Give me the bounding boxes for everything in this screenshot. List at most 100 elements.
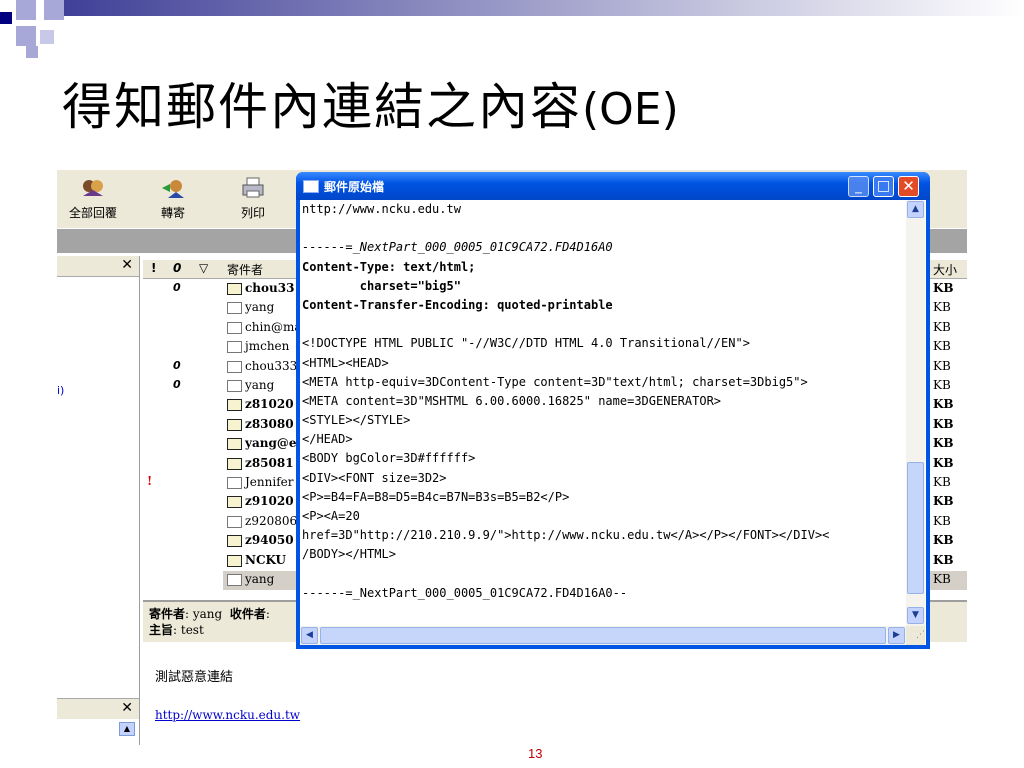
- message-from: Jennifer: [245, 475, 294, 489]
- unread-mail-icon: [227, 418, 242, 431]
- scroll-down-arrow-icon[interactable]: ▼: [907, 607, 924, 624]
- unread-mail-icon: [227, 438, 242, 451]
- folder-pane-header: ✕: [57, 256, 139, 277]
- scroll-left-arrow-icon[interactable]: ◀: [301, 627, 318, 644]
- from-label: 寄件者: [149, 607, 186, 621]
- slide-title: 得知郵件內連結之內容(OE): [62, 82, 679, 132]
- attachment-icon: 0: [173, 281, 181, 294]
- decor-square: [40, 30, 54, 44]
- from-column-header[interactable]: 寄件者: [227, 261, 263, 278]
- message-link[interactable]: http://www.ncku.edu.tw: [155, 708, 300, 722]
- message-body: 測試惡意連結: [155, 670, 234, 685]
- message-size: KB: [933, 281, 954, 295]
- source-line: <STYLE></STYLE>: [302, 413, 411, 428]
- source-line: <P>=B4=FA=B8=D5=B4c=B7N=B3s=B5=B2</P>: [302, 489, 570, 504]
- decor-square: [0, 12, 12, 24]
- source-line: ------=_NextPart_000_0005_01C9CA72.FD4D1…: [302, 585, 628, 600]
- message-size: KB: [933, 397, 954, 412]
- source-line: Content-Transfer-Encoding: quoted-printa…: [302, 297, 613, 312]
- scroll-up-arrow-icon[interactable]: ▲: [907, 201, 924, 218]
- message-from: yang: [245, 378, 275, 392]
- slide-title-cjk: 得知郵件內連結之內容: [62, 78, 582, 136]
- maximize-button[interactable]: □: [873, 176, 894, 197]
- priority-column-icon[interactable]: !: [151, 261, 156, 275]
- source-line: Content-Type: text/html;: [302, 259, 476, 274]
- read-mail-icon: [227, 515, 242, 528]
- message-size: KB: [933, 533, 954, 548]
- unread-mail-icon: [227, 399, 242, 412]
- slide-title-latin: (OE): [582, 84, 679, 135]
- message-from: yang: [245, 300, 275, 315]
- print-button[interactable]: 列印: [217, 174, 289, 224]
- source-line: <DIV><FONT size=3D2>: [302, 470, 447, 485]
- scroll-right-arrow-icon[interactable]: ▶: [888, 627, 905, 644]
- read-mail-icon: [227, 574, 242, 586]
- message-size: KB: [933, 319, 951, 334]
- unread-mail-icon: [227, 496, 242, 509]
- message-from: z83080: [245, 416, 294, 431]
- resize-grip-icon[interactable]: ⋰: [906, 626, 925, 645]
- decor-square: [16, 0, 36, 20]
- read-mail-icon: [227, 477, 242, 489]
- attachment-icon: 0: [173, 378, 181, 391]
- source-line: [302, 219, 906, 238]
- source-line: href=3D"http://210.210.9.9/">http://www.…: [302, 528, 830, 543]
- message-size: KB: [933, 513, 951, 528]
- source-content: nttp://www.ncku.edu.tw ------=_NextPart_0…: [300, 200, 926, 645]
- message-size: KB: [933, 300, 951, 315]
- message-from: yang: [245, 572, 275, 586]
- source-line: <P><A=20: [302, 509, 360, 523]
- message-from: z920806: [245, 513, 298, 528]
- message-size: KB: [933, 552, 954, 567]
- message-size: KB: [933, 475, 951, 489]
- decor-square: [44, 0, 64, 20]
- close-button[interactable]: ✕: [898, 176, 919, 197]
- window-icon: [303, 180, 319, 193]
- message-from: jmchen: [245, 339, 290, 354]
- window-titlebar[interactable]: 郵件原始檔 _ □ ✕: [296, 172, 930, 200]
- source-line: <META http-equiv=3DContent-Type content=…: [302, 374, 808, 389]
- scroll-up-button[interactable]: ▲: [119, 722, 135, 736]
- source-line: [302, 315, 906, 334]
- source-line: <BODY bgColor=3D#ffffff>: [302, 451, 476, 466]
- size-column-header[interactable]: 大小: [933, 261, 957, 278]
- decor-square: [16, 26, 36, 46]
- message-from: NCKU: [245, 552, 286, 567]
- minimize-button[interactable]: _: [848, 176, 869, 197]
- source-line: [302, 565, 906, 584]
- message-size: KB: [933, 455, 954, 470]
- message-from: chou33: [245, 281, 295, 295]
- folder-item[interactable]: i): [57, 384, 64, 397]
- message-size: KB: [933, 572, 951, 586]
- folder-pane: ✕ i) ✕ ▲: [57, 256, 140, 745]
- source-line: <!DOCTYPE HTML PUBLIC "-//W3C//DTD HTML …: [302, 336, 750, 351]
- message-size: KB: [933, 378, 951, 392]
- source-line: nttp://www.ncku.edu.tw: [302, 202, 461, 216]
- message-from: z94050: [245, 533, 294, 548]
- source-line: <META content=3D"MSHTML 6.00.6000.16825"…: [302, 393, 722, 408]
- source-text[interactable]: nttp://www.ncku.edu.tw ------=_NextPart_0…: [302, 200, 906, 622]
- reply-all-icon: [80, 176, 106, 200]
- unread-mail-icon: [227, 554, 242, 567]
- subject-label: 主旨: [149, 623, 174, 637]
- horizontal-scrollbar[interactable]: ◀ ▶: [300, 626, 906, 645]
- horizontal-scroll-thumb[interactable]: [320, 627, 886, 644]
- print-label: 列印: [240, 206, 265, 220]
- close-contacts-button[interactable]: ✕: [121, 700, 133, 716]
- message-from: z85081: [245, 455, 294, 470]
- read-mail-icon: [227, 380, 242, 392]
- message-size: KB: [933, 339, 951, 354]
- message-from: chin@ma: [245, 319, 302, 334]
- vertical-scroll-thumb[interactable]: [907, 462, 924, 594]
- flag-column-icon[interactable]: ▽: [199, 261, 208, 275]
- message-size: KB: [933, 416, 954, 431]
- subject-value: test: [180, 623, 204, 637]
- unread-mail-icon: [227, 535, 242, 548]
- reply-all-button[interactable]: 全部回覆: [57, 174, 129, 224]
- forward-button[interactable]: 轉寄: [137, 174, 209, 224]
- close-pane-button[interactable]: ✕: [121, 257, 133, 273]
- attachment-column-icon[interactable]: 0: [173, 261, 181, 275]
- vertical-scrollbar[interactable]: ▲ ▼: [906, 200, 925, 626]
- page-number: 13: [528, 746, 543, 761]
- message-source-window: 郵件原始檔 _ □ ✕ nttp://www.ncku.edu.tw ------…: [296, 172, 930, 649]
